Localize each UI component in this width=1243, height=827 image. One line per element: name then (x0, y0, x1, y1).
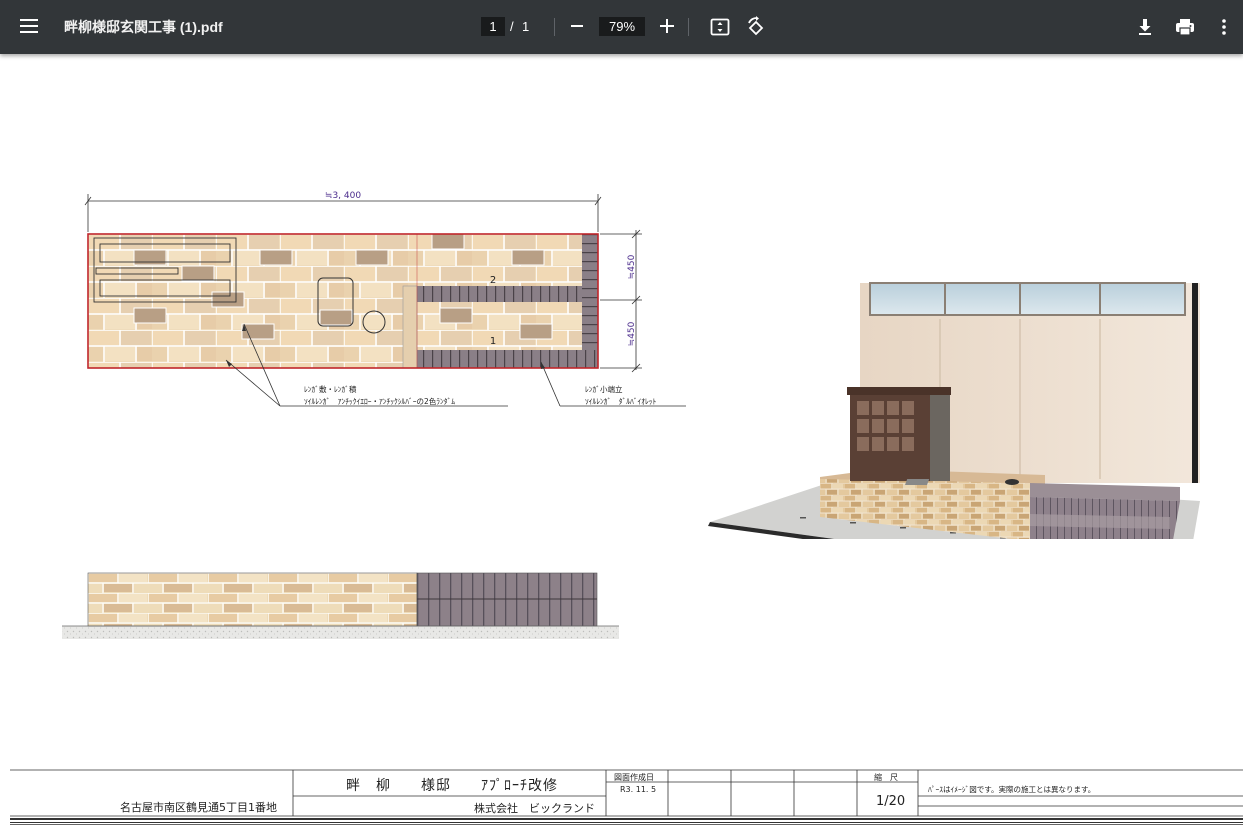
toolbar-divider (688, 18, 689, 36)
print-icon (1176, 19, 1194, 36)
zoom-out-button[interactable] (570, 16, 584, 39)
pdf-page: ≒3, 400 2 1 ≒450 ≒450 ﾚﾝｶﾞ敷・ﾚﾝｶﾞ積 ｿｲﾙﾚﾝｶ… (0, 54, 1243, 827)
fit-to-page-button[interactable] (710, 17, 730, 41)
project-name: 畔 柳 様邸 ｱﾌﾟﾛｰﾁ改修 (346, 778, 558, 794)
more-vert-icon (1222, 19, 1226, 35)
fit-page-icon (710, 18, 730, 36)
pdf-toolbar: 畔柳様邸玄関工事 (1).pdf 1 / 1 79% (0, 0, 1243, 54)
menu-icon[interactable] (20, 19, 38, 35)
company-name: 株式会社 ビックランド (474, 802, 595, 815)
scale-value: 1/20 (876, 794, 906, 809)
download-button[interactable] (1136, 17, 1154, 41)
date-label: 図面作成日 (614, 773, 654, 782)
page-total: 1 (522, 19, 530, 34)
page-number-input[interactable]: 1 (481, 17, 505, 36)
more-options-button[interactable] (1219, 17, 1229, 41)
disclaimer-note: ﾊﾟｰｽはｲﾒｰｼﾞ図です。実際の施工とは異なります。 (928, 785, 1096, 794)
address: 名古屋市南区鶴見通5丁目1番地 (120, 801, 277, 814)
title-block (10, 769, 1243, 825)
print-button[interactable] (1175, 17, 1195, 41)
plus-icon (660, 19, 674, 33)
rotate-icon (748, 16, 764, 36)
date-value: R3. 11. 5 (620, 785, 657, 794)
document-title: 畔柳様邸玄関工事 (1).pdf (64, 19, 223, 35)
download-icon (1139, 19, 1151, 35)
zoom-input[interactable]: 79% (599, 17, 645, 36)
rotate-button[interactable] (745, 16, 767, 42)
minus-icon (571, 25, 583, 27)
page-separator: / (510, 19, 514, 34)
toolbar-divider (554, 18, 555, 36)
scale-label: 縮 尺 (874, 773, 898, 782)
zoom-in-button[interactable] (659, 15, 675, 41)
